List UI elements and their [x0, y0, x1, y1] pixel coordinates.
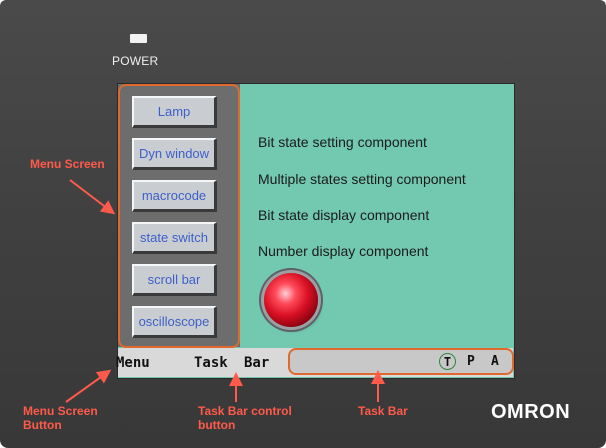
menu-screen-outline [118, 84, 240, 348]
component-label-bit-state-display: Bit state display component [258, 207, 430, 223]
component-label-bit-state-setting: Bit state setting component [258, 134, 427, 150]
component-label-multiple-states-setting: Multiple states setting component [258, 171, 466, 187]
power-led [130, 34, 147, 43]
omron-logo: OMRON [491, 401, 571, 423]
arrow-menu-screen [69, 179, 116, 215]
menu-screen-button[interactable]: Menu [116, 355, 150, 371]
task-bar-outline [288, 348, 514, 375]
hmi-device: POWER Lamp Dyn window macrocode state sw… [0, 0, 606, 448]
component-label-number-display: Number display component [258, 243, 429, 259]
annotation-task-bar: Task Bar [358, 404, 408, 418]
lamp-indicator[interactable] [264, 273, 318, 327]
power-label: POWER [112, 54, 159, 68]
annotation-menu-screen: Menu Screen [30, 157, 105, 171]
annotation-taskbar-control-button: Task Bar control button [198, 404, 292, 432]
taskbar-control-bar-label[interactable]: Bar [244, 355, 269, 371]
arrow-menu-screen-button [65, 369, 112, 403]
taskbar-control-task-label[interactable]: Task [194, 355, 228, 371]
annotation-menu-screen-button: Menu Screen Button [23, 404, 98, 432]
